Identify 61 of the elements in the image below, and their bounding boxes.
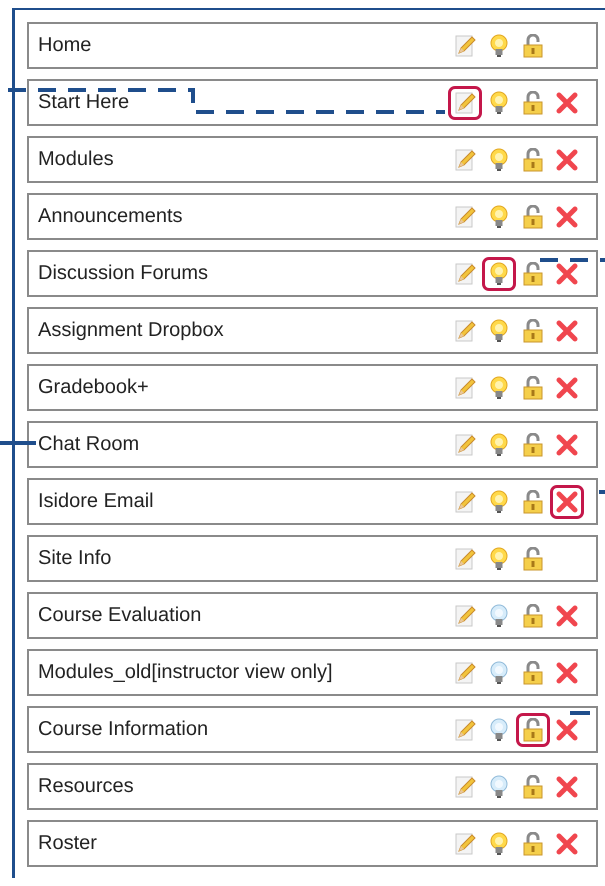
tool-name: Course Evaluation — [38, 604, 202, 627]
lock-icon[interactable] — [521, 376, 545, 400]
lock-icon[interactable] — [521, 34, 545, 58]
tool-name: Resources — [38, 775, 134, 798]
pencil-icon[interactable] — [453, 376, 477, 400]
delete-icon[interactable] — [555, 376, 579, 400]
delete-icon[interactable] — [555, 604, 579, 628]
leader-line — [540, 258, 605, 262]
tool-name: Chat Room — [38, 433, 140, 456]
delete-icon[interactable] — [555, 318, 579, 342]
lock-icon[interactable] — [521, 604, 545, 628]
tool-name: Roster — [38, 832, 97, 855]
tool-name: Announcements — [38, 205, 183, 228]
leader-line — [599, 490, 605, 494]
delete-icon[interactable] — [555, 718, 579, 742]
pencil-icon[interactable] — [453, 490, 477, 514]
tool-name: Assignment Dropbox — [38, 319, 224, 342]
lock-icon[interactable] — [521, 660, 545, 684]
delete-icon[interactable] — [555, 90, 579, 114]
tool-name: Modules_old[instructor view only] — [38, 661, 333, 684]
pencil-icon[interactable] — [453, 774, 477, 798]
delete-icon[interactable] — [555, 490, 579, 514]
lock-icon[interactable] — [521, 204, 545, 228]
lock-icon[interactable] — [521, 490, 545, 514]
pencil-icon[interactable] — [453, 546, 477, 570]
leader-line — [570, 711, 590, 715]
lock-icon[interactable] — [521, 262, 545, 286]
tool-name: Home — [38, 34, 92, 57]
tool-name: Site Info — [38, 547, 112, 570]
pencil-icon[interactable] — [453, 34, 477, 58]
delete-icon[interactable] — [555, 832, 579, 856]
pencil-icon[interactable] — [453, 148, 477, 172]
delete-icon[interactable] — [555, 660, 579, 684]
pencil-icon[interactable] — [453, 432, 477, 456]
lock-icon[interactable] — [521, 432, 545, 456]
pencil-icon[interactable] — [453, 204, 477, 228]
lock-icon[interactable] — [521, 774, 545, 798]
delete-icon[interactable] — [555, 432, 579, 456]
pencil-icon[interactable] — [453, 90, 477, 114]
tool-name: Modules — [38, 148, 114, 171]
pencil-icon[interactable] — [453, 262, 477, 286]
pencil-icon[interactable] — [453, 604, 477, 628]
lock-icon[interactable] — [521, 90, 545, 114]
tool-name: Isidore Email — [38, 490, 154, 513]
pencil-icon[interactable] — [453, 318, 477, 342]
delete-icon[interactable] — [555, 148, 579, 172]
tool-name: Start Here — [38, 91, 130, 114]
lock-icon[interactable] — [521, 148, 545, 172]
lock-icon[interactable] — [521, 832, 545, 856]
tool-name: Course Information — [38, 718, 208, 741]
lock-icon[interactable] — [521, 546, 545, 570]
lock-icon[interactable] — [521, 318, 545, 342]
pencil-icon[interactable] — [453, 832, 477, 856]
delete-icon[interactable] — [555, 262, 579, 286]
lock-icon[interactable] — [521, 718, 545, 742]
delete-icon[interactable] — [555, 774, 579, 798]
pencil-icon[interactable] — [453, 660, 477, 684]
tool-name: Gradebook+ — [38, 376, 149, 399]
tool-name: Discussion Forums — [38, 262, 208, 285]
delete-icon[interactable] — [555, 204, 579, 228]
pencil-icon[interactable] — [453, 718, 477, 742]
